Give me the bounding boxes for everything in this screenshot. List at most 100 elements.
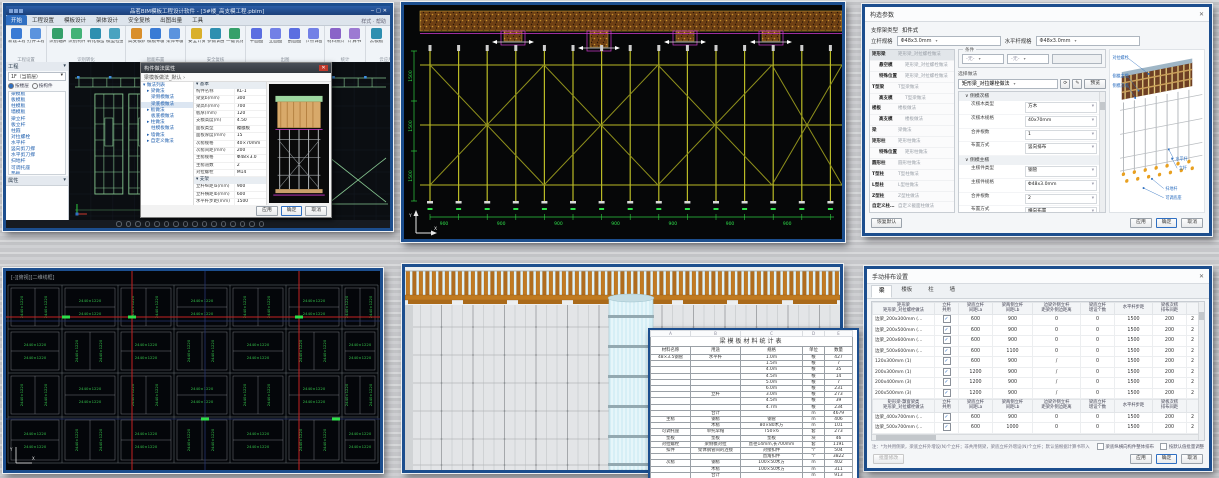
tab-墙[interactable]: 墙 — [943, 285, 962, 298]
property-row[interactable]: 梁高h(mm)700 — [194, 104, 266, 111]
property-row[interactable]: 次楞规格40×70mm — [194, 141, 266, 148]
scrollbar[interactable] — [1099, 92, 1105, 212]
property-row[interactable]: 次楞间距(mm)200 — [194, 148, 266, 155]
ribbon-button[interactable]: 节点详图 — [305, 27, 322, 57]
method-property-row[interactable]: 合并根数2▾ — [959, 193, 1105, 207]
plan-canvas[interactable]: 2440×12202440×12202440×12202440×12202440… — [6, 271, 380, 470]
ribbon-button[interactable]: 升级 — [387, 27, 393, 57]
batch-edit-button[interactable]: 批量修改 — [873, 454, 904, 464]
table-row[interactable]: 120x300mm (1)✓600900/015002002 — [873, 357, 1199, 368]
checkbox-整体排布[interactable]: 梁底纵横向构件整体排布 — [1097, 443, 1154, 450]
ok-button[interactable]: 确定 — [1156, 218, 1178, 228]
tab-梁[interactable]: 梁 — [871, 285, 892, 298]
cancel-button[interactable]: 取消 — [1181, 218, 1203, 228]
checkbox-批量调整[interactable]: 按默认值批量调整 — [1160, 443, 1204, 450]
method-list-item[interactable]: Z型柱Z型柱做法 — [870, 192, 954, 203]
method-select[interactable]: 矩形梁_对拉螺栓做法▾ — [958, 79, 1058, 89]
checkbox-立杆共用[interactable]: ✓ — [943, 413, 951, 421]
method-list-item[interactable]: 特殊位置矩形柱做法 — [870, 148, 954, 159]
ribbon-tab[interactable]: 工程设置 — [27, 15, 59, 25]
ribbon-button[interactable]: 计算书 — [346, 27, 363, 57]
method-list-item[interactable]: 圆形柱圆形柱做法 — [870, 159, 954, 170]
method-list-item[interactable]: 悬空模矩形梁_对拉螺栓做法 — [870, 61, 954, 72]
method-list-item[interactable]: 特殊位置矩形梁_对拉螺栓做法 — [870, 72, 954, 83]
refresh-icon[interactable]: ⟳ — [1060, 79, 1070, 89]
method-property-row[interactable]: 布置方式竖向排布▾ — [959, 142, 1105, 156]
property-row[interactable]: 支模高度(m)4.50 — [194, 118, 266, 125]
checkbox-立杆共用[interactable]: ✓ — [943, 336, 951, 344]
apply-button[interactable]: 应用 — [1130, 218, 1152, 228]
checkbox-立杆共用[interactable]: ✓ — [943, 326, 951, 334]
apply-button[interactable]: 应用 — [256, 206, 278, 216]
pin-icon[interactable]: ▾ — [63, 63, 66, 70]
checkbox-立杆共用[interactable]: ✓ — [943, 357, 951, 365]
close-icon[interactable]: ✕ — [1199, 11, 1204, 18]
apply-button[interactable]: 应用 — [1130, 454, 1152, 464]
table-row[interactable]: 边梁_200x500mm (…✓6009000015002002 — [873, 325, 1199, 336]
radio-按构件[interactable]: 按构件 — [32, 83, 53, 89]
condition-input[interactable] — [1052, 54, 1102, 64]
property-row[interactable]: 主楞道数2 — [194, 163, 266, 170]
ribbon-tab[interactable]: 模板设计 — [59, 15, 91, 25]
ribbon-right-menu[interactable]: 样式 · 帮助 — [361, 18, 390, 25]
property-row[interactable]: 立杆横距lb(mm)600 — [194, 192, 266, 199]
ribbon-button[interactable]: 剖面图 — [286, 27, 303, 57]
cancel-button[interactable]: 取消 — [305, 206, 327, 216]
method-list-item[interactable]: 矩形梁矩形梁_对拉螺栓做法 — [870, 50, 954, 61]
ribbon-button[interactable]: 识别构件 — [68, 27, 85, 57]
ribbon-button[interactable]: 高支模辨识 — [128, 27, 145, 57]
ribbon-button[interactable]: 架体布置 — [166, 27, 183, 57]
tab-楼板[interactable]: 楼板 — [894, 285, 919, 298]
property-row[interactable]: 立杆纵距la(mm)900 — [194, 184, 266, 191]
quick-access-icons[interactable] — [9, 9, 23, 13]
checkbox-立杆共用[interactable]: ✓ — [943, 423, 951, 431]
method-list-item[interactable]: 高支模T型梁做法 — [870, 94, 954, 105]
ribbon-button[interactable]: 云模板 — [368, 27, 385, 57]
table-row[interactable]: 200x500mm (3)✓1200900/015002002 — [873, 388, 1199, 399]
method-list-item[interactable]: 高支模楼板做法 — [870, 115, 954, 126]
ribbon-button[interactable]: 打开工程 — [27, 27, 44, 57]
cancel-button[interactable]: 取消 — [1181, 454, 1203, 464]
ribbon-button[interactable]: 材料统计 — [327, 27, 344, 57]
method-list-item[interactable]: 矩形柱矩形柱做法 — [870, 137, 954, 148]
table-row[interactable]: 边梁_500x700mm (…✓60010000015002002 — [873, 423, 1199, 434]
ribbon-tab[interactable]: 安全复核 — [123, 15, 155, 25]
ribbon-button[interactable]: 一键优化 — [226, 27, 243, 57]
model-preview[interactable] — [269, 84, 329, 203]
close-icon[interactable]: ✕ — [319, 65, 328, 71]
edit-icon[interactable]: ✎ — [1072, 79, 1082, 89]
radio-按楼层[interactable]: 按楼层 — [8, 83, 29, 89]
h-scrollbar[interactable] — [872, 434, 1198, 440]
list-item[interactable]: 垫板 — [9, 172, 65, 175]
checkbox-立杆共用[interactable]: ✓ — [943, 389, 951, 397]
window-control[interactable]: ✕ — [383, 8, 387, 14]
hbar-spec-select[interactable]: Φ48x3.0mm▾ — [1036, 36, 1140, 46]
ok-button[interactable]: 确定 — [281, 206, 303, 216]
close-icon[interactable]: ✕ — [1199, 273, 1204, 280]
tab-柱[interactable]: 柱 — [921, 285, 940, 298]
elevation-canvas[interactable]: 150015001500900900900900900900900YX — [404, 5, 842, 239]
ribbon-button[interactable]: 转化模型 — [87, 27, 104, 57]
method-property-row[interactable]: 主楞件规格Φ48x3.0mm▾ — [959, 179, 1105, 193]
window-controls[interactable]: ─□✕ — [371, 8, 387, 14]
ribbon-tab[interactable]: 开始 — [6, 15, 27, 25]
table-row[interactable]: 200x400mm (3)✓1200900/015002002 — [873, 378, 1199, 389]
method-property-row[interactable]: 合并根数1▾ — [959, 129, 1105, 143]
table-row[interactable]: 200x300mm (1)✓1200900/015002002 — [873, 367, 1199, 378]
ribbon-button[interactable]: 模板布置 — [147, 27, 164, 57]
pole-spec-select[interactable]: Φ48x3.0mm▾ — [897, 36, 1001, 46]
table-row[interactable]: 边梁_200x600mm (…✓6009000015002002 — [873, 336, 1199, 347]
scrollbar[interactable] — [1198, 302, 1204, 440]
checkbox-立杆共用[interactable]: ✓ — [943, 368, 951, 376]
ribbon-tab[interactable]: 出图出量 — [155, 15, 187, 25]
preview-button[interactable]: 预览 — [1084, 79, 1106, 89]
condition-select-1[interactable]: -无-▾ — [962, 54, 1004, 64]
restore-default-button[interactable]: 恢复默认 — [871, 218, 902, 228]
checkbox-立杆共用[interactable]: ✓ — [943, 315, 951, 323]
ribbon-tab[interactable]: 架体设计 — [91, 15, 123, 25]
tree-item[interactable]: ▸ 自定义做法 — [141, 139, 193, 145]
window-control[interactable]: □ — [376, 8, 381, 14]
property-row[interactable]: 板厚(mm)120 — [194, 111, 266, 118]
method-property-row[interactable]: 次楞木规格40x70mm▾ — [959, 115, 1105, 129]
floor-combo[interactable]: 1F（当前层）▾ — [8, 72, 66, 81]
